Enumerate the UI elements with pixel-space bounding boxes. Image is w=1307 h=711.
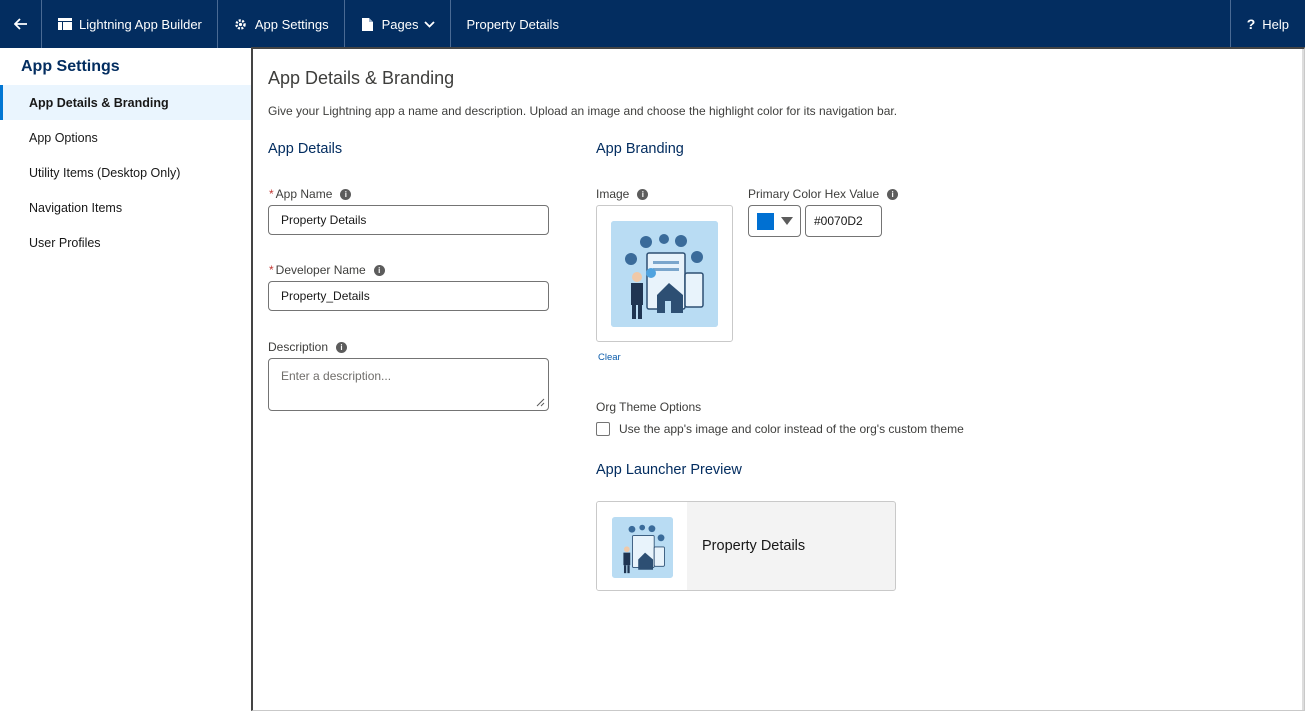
info-icon[interactable]: i — [336, 341, 348, 353]
real-estate-illustration-icon — [612, 517, 673, 578]
app-image-thumbnail — [611, 221, 718, 327]
app-builder-icon — [57, 16, 73, 32]
resize-handle-icon[interactable] — [536, 398, 545, 407]
image-label: Image i — [596, 187, 649, 201]
gear-icon — [233, 16, 249, 32]
org-theme-option[interactable]: Use the app's image and color instead of… — [596, 422, 964, 436]
sidebar-item-navigation-items[interactable]: Navigation Items — [0, 190, 251, 225]
sidebar-item-utility-items[interactable]: Utility Items (Desktop Only) — [0, 155, 251, 190]
chevron-down-icon — [424, 20, 436, 28]
required-marker: * — [269, 263, 274, 277]
info-icon[interactable]: i — [340, 188, 352, 200]
scrollbar[interactable] — [1302, 49, 1304, 710]
app-settings-label: App Settings — [254, 16, 329, 32]
info-icon[interactable]: i — [373, 264, 385, 276]
help-button[interactable]: ? Help — [1229, 0, 1305, 48]
sidebar-title: App Settings — [21, 58, 120, 75]
real-estate-illustration-icon — [611, 221, 718, 327]
arrow-left-icon — [13, 18, 27, 30]
caret-down-icon — [781, 217, 793, 225]
developer-name-input[interactable]: Property_Details — [268, 281, 549, 311]
description-label: Description i — [268, 340, 348, 354]
settings-panel: App Details & Branding Give your Lightni… — [251, 47, 1305, 711]
image-upload-box[interactable] — [596, 205, 733, 342]
app-branding-heading: App Branding — [596, 141, 684, 157]
required-marker: * — [269, 187, 274, 201]
sidebar-item-app-details-branding[interactable]: App Details & Branding — [0, 85, 251, 120]
settings-sidebar: App Settings App Details & Branding App … — [0, 48, 251, 711]
developer-name-label: * Developer Name i — [269, 263, 385, 277]
org-theme-checkbox[interactable] — [596, 422, 610, 436]
builder-header: Lightning App Builder App Settings Pages… — [0, 0, 1307, 48]
org-theme-label: Org Theme Options — [596, 400, 702, 414]
app-builder-menu[interactable]: Lightning App Builder — [42, 0, 218, 48]
app-launcher-preview-card: Property Details — [596, 501, 896, 591]
clear-image-link[interactable]: Clear — [598, 352, 621, 363]
pages-label: Pages — [381, 16, 419, 32]
app-name-label: * App Name i — [269, 187, 352, 201]
info-icon[interactable]: i — [887, 188, 899, 200]
current-app-title: Property Details — [466, 16, 559, 32]
launcher-preview-heading: App Launcher Preview — [596, 462, 742, 478]
app-settings-tab[interactable]: App Settings — [218, 0, 345, 48]
page-icon — [360, 16, 376, 32]
help-icon: ? — [1246, 16, 1256, 32]
app-builder-label: Lightning App Builder — [79, 16, 202, 32]
color-picker-button[interactable] — [748, 205, 801, 237]
app-name-input[interactable]: Property Details — [268, 205, 549, 235]
pages-menu[interactable]: Pages — [345, 0, 452, 48]
info-icon[interactable]: i — [637, 188, 649, 200]
launcher-app-icon — [612, 517, 673, 578]
launcher-app-name: Property Details — [702, 538, 806, 554]
color-swatch — [757, 212, 774, 230]
back-button[interactable] — [0, 0, 42, 48]
help-label: Help — [1262, 16, 1289, 32]
app-details-heading: App Details — [268, 141, 343, 157]
sidebar-item-user-profiles[interactable]: User Profiles — [0, 225, 251, 260]
sidebar-item-app-options[interactable]: App Options — [0, 120, 251, 155]
description-textarea[interactable]: Enter a description... — [268, 358, 549, 411]
page-description: Give your Lightning app a name and descr… — [268, 104, 898, 118]
org-theme-checkbox-label: Use the app's image and color instead of… — [619, 422, 964, 436]
primary-color-label: Primary Color Hex Value i — [748, 187, 899, 201]
hex-color-input[interactable]: #0070D2 — [805, 205, 882, 237]
page-title: App Details & Branding — [268, 68, 455, 88]
